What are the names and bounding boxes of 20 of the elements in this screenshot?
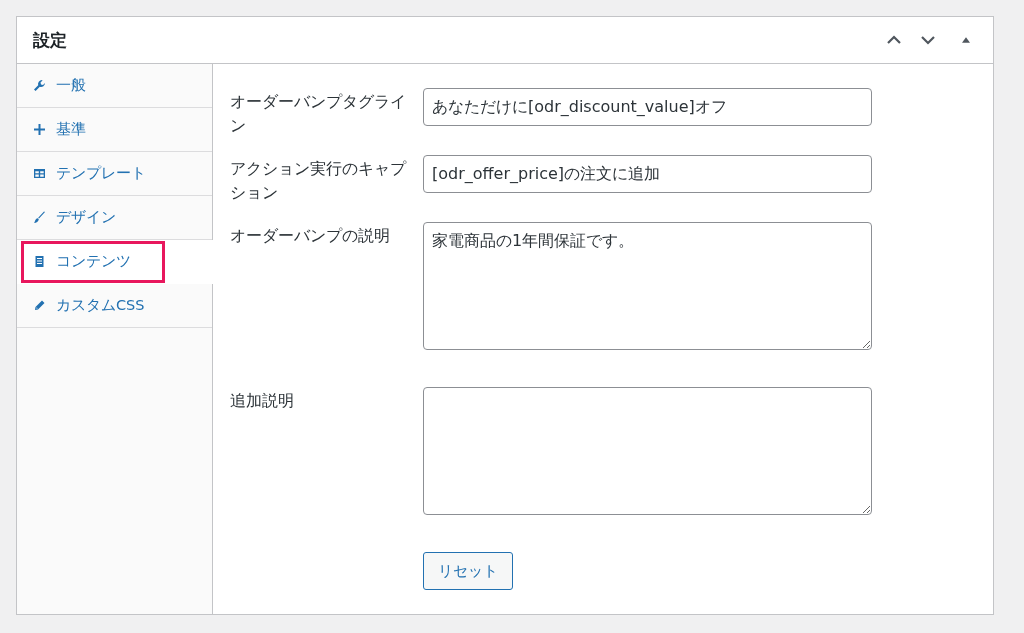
sidebar-tab[interactable]: 基準 xyxy=(17,108,212,152)
sidebar-tab[interactable]: コンテンツ xyxy=(17,240,213,284)
text-field[interactable]: [odr_offer_price]の注文に追加 xyxy=(423,155,872,193)
pencil-icon xyxy=(33,299,46,312)
sidebar-tab[interactable]: テンプレート xyxy=(17,152,212,196)
text-field[interactable]: あなただけに[odr_discount_value]オフ xyxy=(423,88,872,126)
field-label: オーダーバンプの説明 xyxy=(230,226,391,247)
brush-icon xyxy=(33,211,46,224)
document-icon xyxy=(33,255,46,268)
field-label: アクション実行のキャプション xyxy=(230,159,408,204)
wrench-icon xyxy=(33,79,46,92)
sidebar-tab[interactable]: カスタムCSS xyxy=(17,284,212,328)
sidebar-tab[interactable]: 一般 xyxy=(17,64,212,108)
table-icon xyxy=(33,167,46,180)
panel-title: 設定 xyxy=(33,28,68,52)
reset-button[interactable]: リセット xyxy=(423,552,513,590)
field-label: 追加説明 xyxy=(230,391,295,412)
text-area[interactable]: 家電商品の1年間保証です。 xyxy=(423,222,872,350)
plus-icon xyxy=(33,123,46,136)
field-label: オーダーバンプタグライン xyxy=(230,92,407,137)
